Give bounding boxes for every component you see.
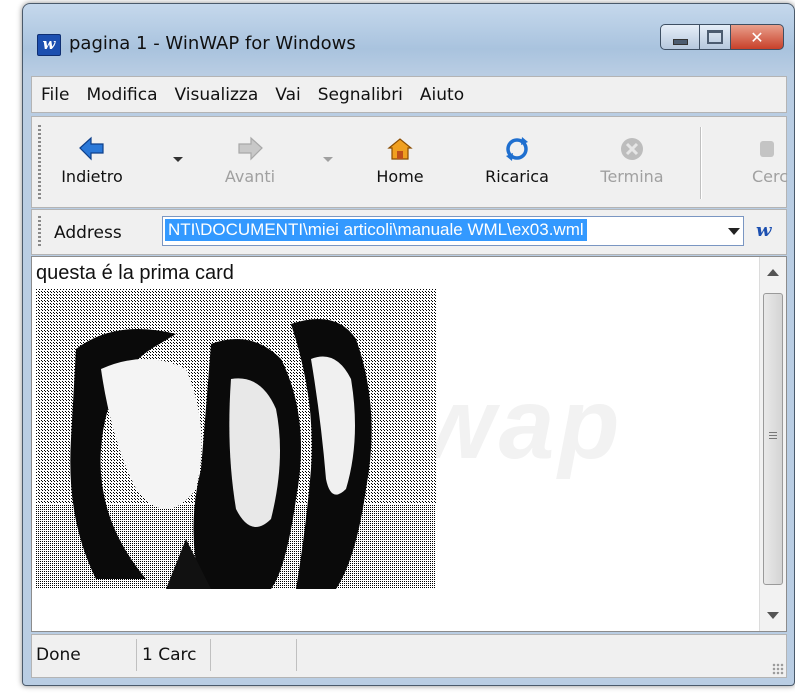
status-state: Done [32,639,137,671]
maximize-button[interactable] [700,24,731,50]
forward-history-dropdown[interactable] [323,157,333,162]
app-window: w pagina 1 - WinWAP for Windows ✕ File M… [22,3,795,686]
menu-aiuto[interactable]: Aiuto [411,85,472,105]
vertical-scrollbar[interactable] [759,257,786,631]
close-icon: ✕ [750,27,764,47]
address-label: Address [54,223,122,243]
forward-arrow-icon [238,136,263,161]
menu-modifica[interactable]: Modifica [77,85,165,105]
menu-bar: File Modifica Visualizza Vai Segnalibri … [31,76,787,113]
minimize-icon [672,38,688,45]
menu-visualizza[interactable]: Visualizza [166,85,267,105]
close-button[interactable]: ✕ [731,24,784,50]
resize-grip-icon[interactable] [772,663,784,675]
address-grip[interactable] [38,216,41,248]
penguins-image [36,289,436,589]
winwap-app-icon[interactable]: w [37,34,61,56]
home-icon [387,138,413,160]
address-input[interactable]: NTI\DOCUMENTI\miei articoli\manuale WML\… [162,216,744,246]
maximize-icon [707,30,723,44]
stop-button[interactable]: Termina [587,135,677,195]
reload-button[interactable]: Ricarica [472,135,562,195]
status-bar: Done 1 Carc [31,634,787,678]
search-button[interactable]: Cerc [732,135,792,195]
card-text: questa é la prima card [36,262,234,284]
menu-vai[interactable]: Vai [266,85,308,105]
scroll-thumb[interactable] [763,293,783,585]
search-icon [760,141,774,157]
status-panel-empty [212,639,297,671]
back-button[interactable]: Indietro [52,135,132,195]
stop-icon [621,138,643,160]
caption-buttons: ✕ [660,24,784,50]
scroll-thumb-grip-icon [769,432,777,440]
menu-file[interactable]: File [32,85,77,105]
wap-watermark: wap [417,368,624,480]
address-bar: Address NTI\DOCUMENTI\miei articoli\manu… [31,209,787,255]
forward-button[interactable]: Avanti [210,135,290,195]
title-bar[interactable]: w pagina 1 - WinWAP for Windows ✕ [23,4,794,64]
menu-segnalibri[interactable]: Segnalibri [309,85,411,105]
reload-label: Ricarica [485,167,549,186]
minimize-button[interactable] [660,24,700,50]
stop-label: Termina [600,167,664,186]
toolbar-separator [700,127,702,199]
toolbar-grip[interactable] [38,125,41,199]
status-cards: 1 Carc [138,639,211,671]
window-title: pagina 1 - WinWAP for Windows [69,33,356,54]
home-button[interactable]: Home [365,135,435,195]
back-label: Indietro [61,167,123,186]
address-dropdown-icon[interactable] [728,228,740,235]
home-label: Home [376,167,424,186]
scroll-down-arrow-icon[interactable] [767,612,779,619]
search-label: Cerc [752,167,789,186]
back-history-dropdown[interactable] [173,157,183,162]
reload-icon [506,137,528,161]
back-arrow-icon [79,136,104,161]
wml-content-area[interactable]: wap questa é la prima card [31,256,787,632]
forward-label: Avanti [224,167,276,186]
toolbar: Indietro Avanti Home Ricarica Termina Ce… [31,116,788,208]
address-value[interactable]: NTI\DOCUMENTI\miei articoli\manuale WML\… [165,219,587,241]
winwap-go-icon[interactable]: w [756,220,772,241]
scroll-up-arrow-icon[interactable] [767,269,779,276]
